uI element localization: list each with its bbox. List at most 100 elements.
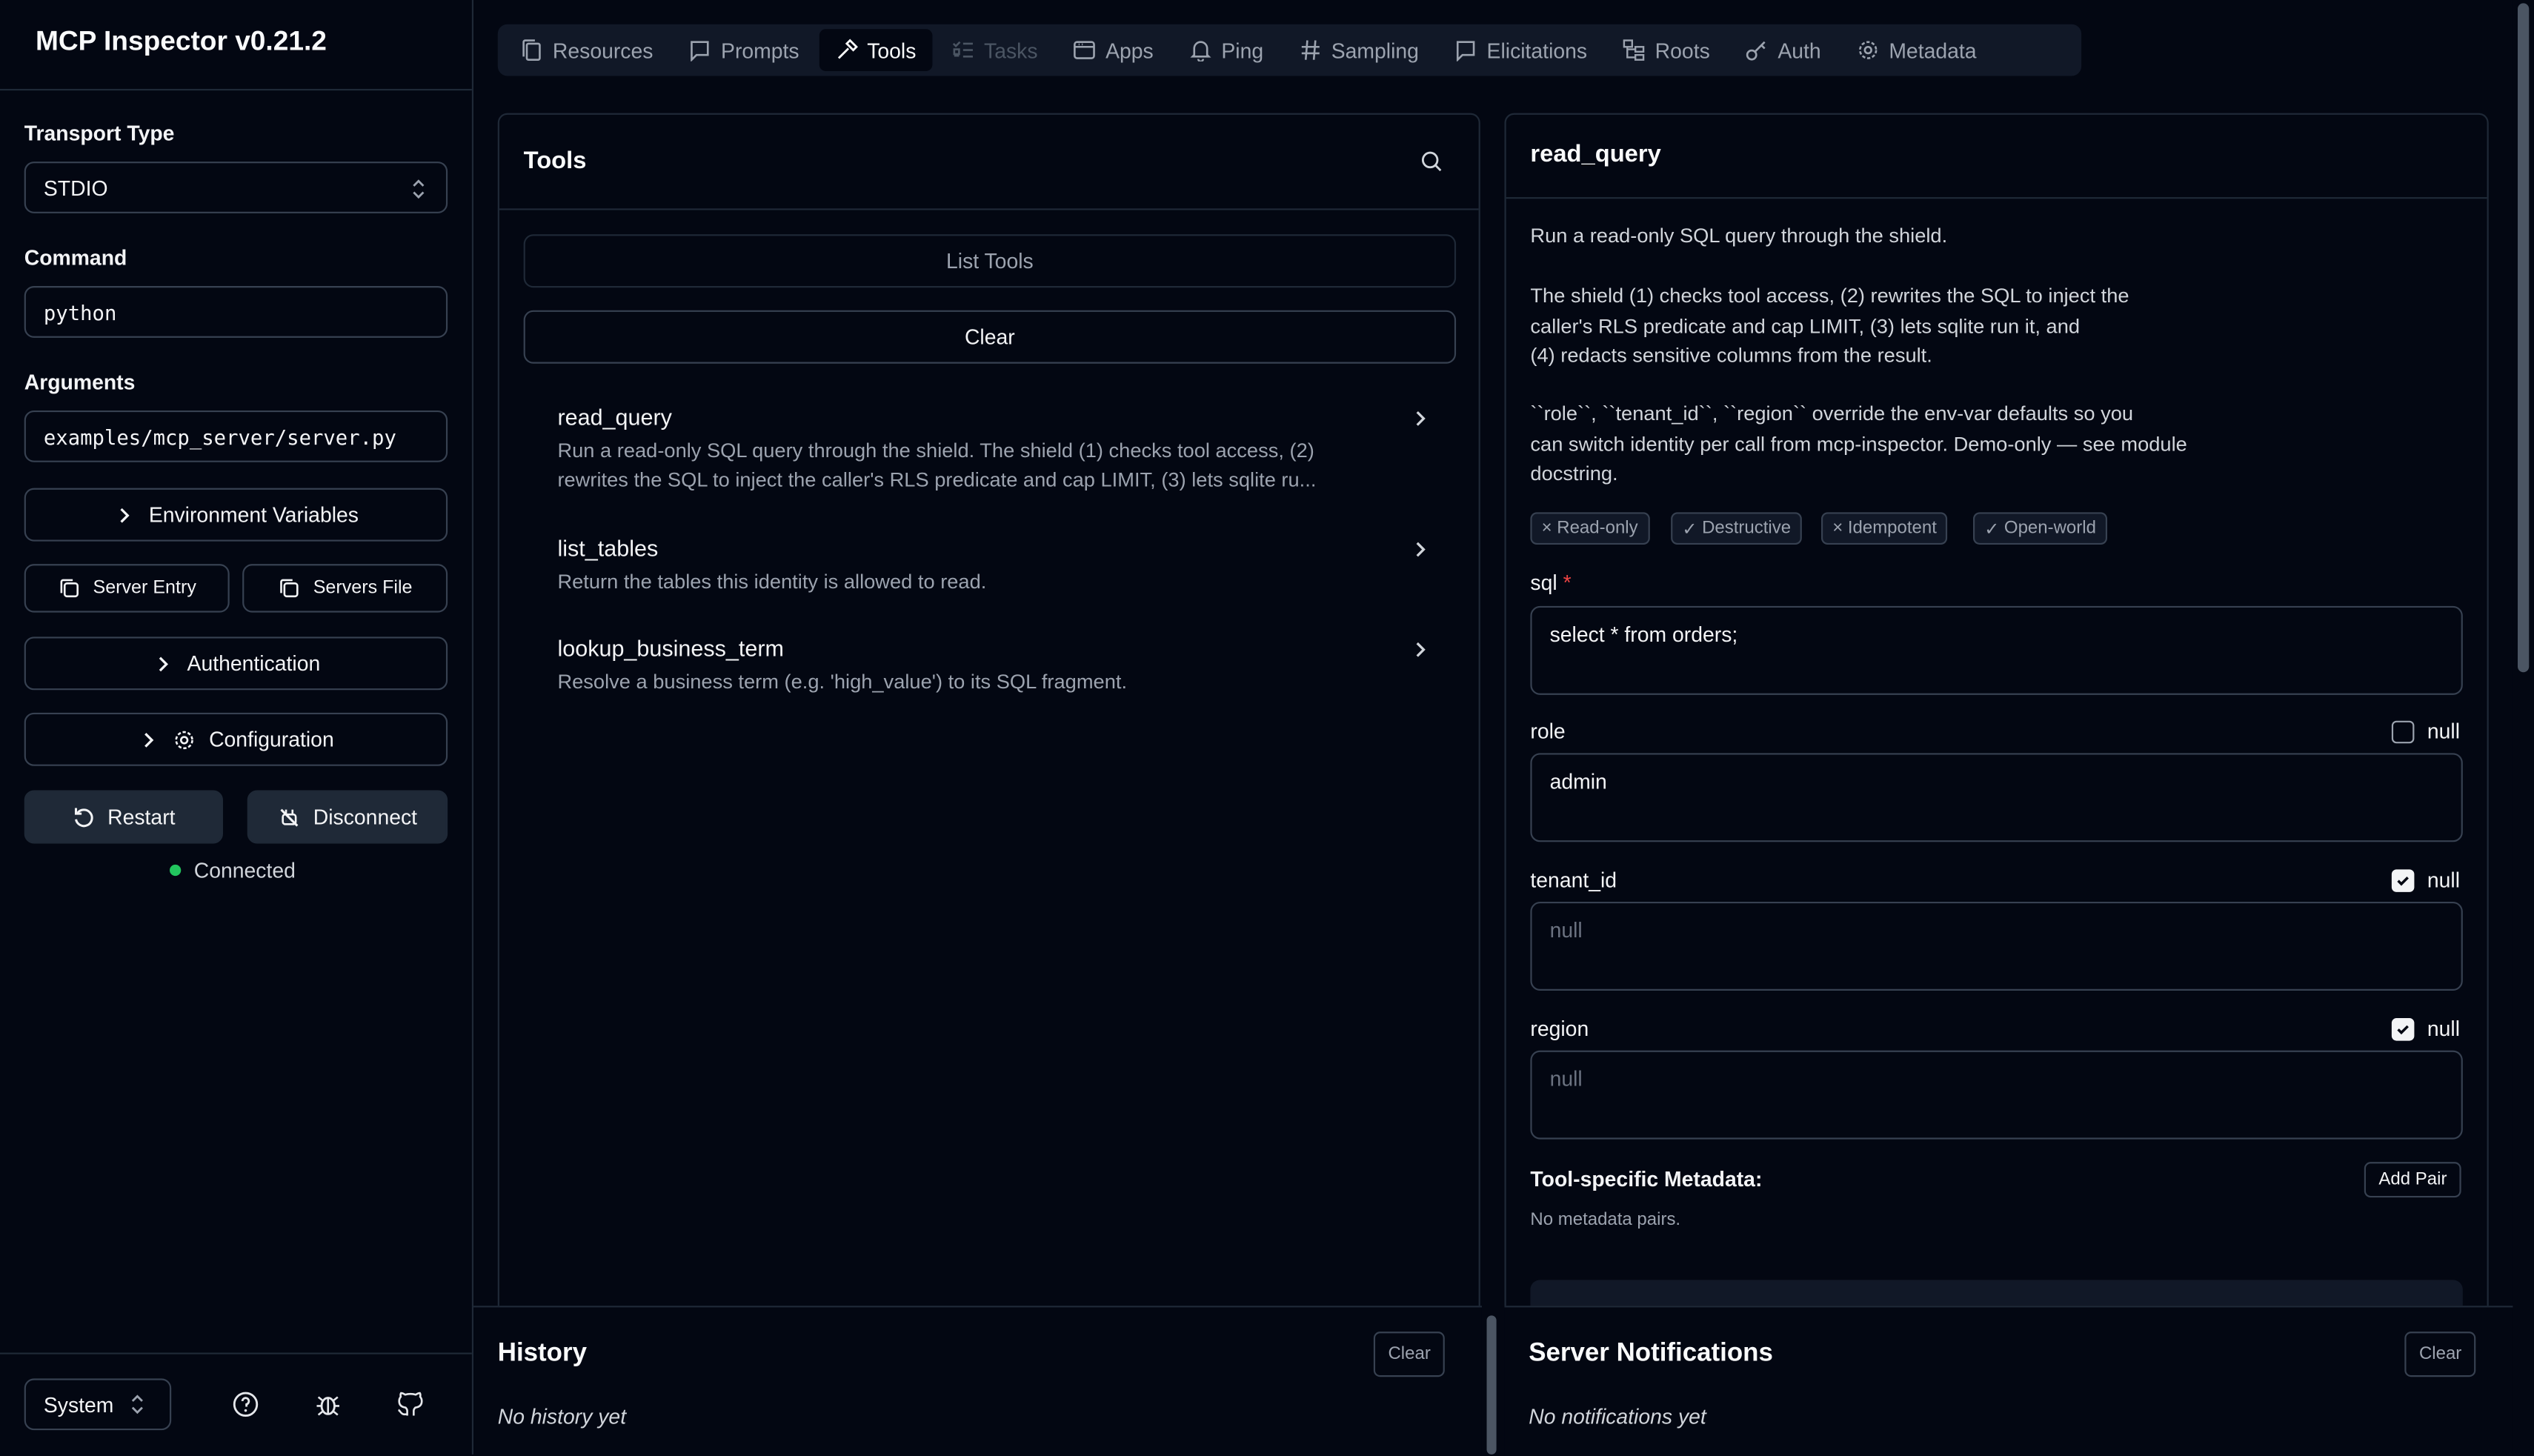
tab-sampling[interactable]: Sampling [1283, 29, 1434, 71]
list-tools-button[interactable]: List Tools [523, 234, 1457, 288]
badge-label: Open-world [2003, 519, 2096, 539]
scrollbar[interactable] [2513, 0, 2534, 1455]
tab-label: Prompts [721, 38, 799, 62]
history-title: History [497, 1340, 587, 1368]
list-todo-icon [952, 41, 973, 58]
arguments-input[interactable]: examples/mcp_server/server.py [24, 410, 448, 462]
tab-prompts[interactable]: Prompts [673, 29, 816, 71]
tab-resources[interactable]: Resources [504, 29, 669, 71]
tool-description: Return the tables this identity is allow… [557, 570, 987, 594]
divider [0, 1352, 472, 1354]
sql-input[interactable]: select * from orders; [1530, 605, 2463, 695]
tool-list-item-list-tables[interactable]: list_tables Return the tables this ident… [557, 535, 1446, 596]
tab-label: Apps [1105, 38, 1154, 62]
connection-status: Connected [170, 858, 296, 882]
theme-select[interactable]: System [24, 1378, 172, 1431]
tab-apps[interactable]: Apps [1057, 29, 1170, 71]
message-icon [691, 41, 709, 62]
chevron-updown-icon [132, 1394, 144, 1415]
help-circle-icon[interactable] [231, 1390, 260, 1419]
tab-label: Tools [867, 38, 917, 62]
tool-detail-description: Run a read-only SQL query through the sh… [1530, 225, 1948, 247]
transport-value: STDIO [43, 176, 108, 201]
gear-icon [1858, 41, 1878, 59]
env-vars-label: Environment Variables [148, 502, 359, 528]
status-dot-icon [170, 864, 182, 877]
role-input[interactable]: admin [1530, 753, 2463, 842]
tenant-id-null-toggle[interactable]: null [2391, 868, 2460, 892]
tool-detail-title: read_query [1530, 140, 1661, 168]
notifications-panel [1504, 1306, 2513, 1456]
checkbox[interactable] [2391, 1017, 2415, 1040]
badge-mark: × [1541, 519, 1552, 539]
tool-description-line: Run a read-only SQL query through the sh… [557, 439, 1314, 462]
tenant-id-input[interactable]: null [1530, 901, 2463, 991]
role-field-label: role [1530, 719, 1566, 744]
bug-icon[interactable] [313, 1390, 342, 1419]
servers-file-button[interactable]: Servers File [242, 564, 448, 613]
tool-list-item-lookup-business-term[interactable]: lookup_business_term Resolve a business … [557, 635, 1446, 697]
command-input[interactable]: python [24, 286, 448, 338]
checkbox[interactable] [2391, 868, 2415, 891]
app-title: MCP Inspector v0.21.2 [35, 25, 327, 57]
tab-metadata[interactable]: Metadata [1840, 29, 1992, 71]
badge-label: Read-only [1557, 519, 1638, 539]
github-icon[interactable] [396, 1390, 425, 1419]
command-value: python [43, 300, 117, 325]
annotation-badge-open-world: ✓ Open-world [1973, 512, 2108, 545]
transport-label: Transport Type [24, 121, 175, 146]
region-null-toggle[interactable]: null [2391, 1017, 2460, 1041]
scrollbar-thumb[interactable] [2517, 3, 2530, 673]
notifications-clear-button[interactable]: Clear [2404, 1332, 2476, 1377]
hammer-icon [837, 39, 857, 59]
divider [0, 88, 472, 91]
tool-description-line: rewrites the SQL to inject the caller's … [557, 468, 1317, 492]
restart-button[interactable]: Restart [24, 790, 223, 844]
tab-tools[interactable]: Tools [818, 29, 933, 71]
tool-name: lookup_business_term [557, 635, 784, 662]
region-input[interactable]: null [1530, 1050, 2463, 1140]
tool-name: read_query [557, 404, 672, 431]
env-vars-button[interactable]: Environment Variables [24, 488, 448, 542]
resize-handle[interactable] [1483, 1312, 1497, 1455]
search-icon[interactable] [1419, 149, 1445, 175]
tab-bar: Resources Prompts Tools Tasks Apps Ping … [497, 24, 2082, 76]
badge-mark: × [1832, 519, 1843, 539]
history-clear-button[interactable]: Clear [1373, 1332, 1446, 1377]
tab-label: Ping [1221, 38, 1264, 62]
tab-label: Tasks [984, 38, 1038, 62]
tab-roots[interactable]: Roots [1606, 29, 1726, 71]
check-icon [2397, 875, 2409, 885]
badge-label: Destructive [1702, 519, 1792, 539]
transport-select[interactable]: STDIO [24, 162, 448, 213]
tab-tasks[interactable]: Tasks [936, 29, 1054, 71]
tools-panel-title: Tools [523, 147, 587, 175]
disconnect-button[interactable]: Disconnect [247, 790, 448, 844]
metadata-title: Tool-specific Metadata: [1530, 1166, 1763, 1191]
annotation-badge-idempotent: × Idempotent [1820, 512, 1949, 545]
chevron-right-icon [1416, 642, 1426, 657]
configuration-button[interactable]: Configuration [24, 712, 448, 766]
hash-icon [1301, 40, 1320, 60]
role-null-toggle[interactable]: null [2391, 719, 2460, 743]
arguments-value: examples/mcp_server/server.py [43, 425, 396, 450]
tab-elicitations[interactable]: Elicitations [1438, 29, 1603, 71]
chevron-right-icon [120, 507, 130, 522]
run-tool-button-partial[interactable] [1530, 1280, 2463, 1306]
authentication-button[interactable]: Authentication [24, 636, 448, 691]
tool-list-item-read-query[interactable]: read_query Run a read-only SQL query thr… [557, 404, 1446, 494]
tab-label: Metadata [1889, 38, 1977, 62]
add-pair-button[interactable]: Add Pair [2364, 1162, 2462, 1198]
chevron-right-icon [1416, 410, 1426, 426]
chevron-right-icon [159, 656, 168, 671]
theme-value: System [43, 1392, 114, 1417]
server-entry-button[interactable]: Server Entry [24, 564, 230, 613]
tab-ping[interactable]: Ping [1173, 29, 1280, 71]
list-tools-label: List Tools [946, 248, 1034, 273]
checkbox[interactable] [2391, 719, 2415, 743]
command-label: Command [24, 245, 127, 270]
app-window-icon [1074, 41, 1096, 59]
clear-tools-button[interactable]: Clear [523, 310, 1457, 364]
sidebar: MCP Inspector v0.21.2 Transport Type STD… [0, 0, 474, 1455]
tab-auth[interactable]: Auth [1729, 29, 1838, 71]
